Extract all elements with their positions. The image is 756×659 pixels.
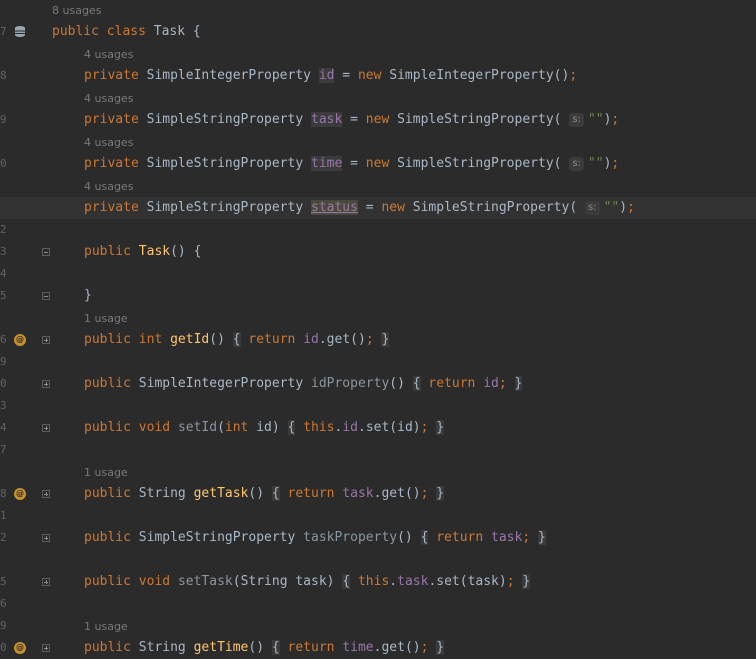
line-number: 2 (0, 223, 7, 236)
code-line[interactable]: public Task() { (84, 241, 201, 263)
usage-hint[interactable]: 1 usage (84, 308, 128, 330)
line-number: 0 (0, 157, 7, 170)
fold-icon[interactable] (42, 490, 50, 498)
line-number: 9 (0, 619, 7, 632)
fold-icon[interactable] (42, 380, 50, 388)
code-line[interactable]: public String getTask() { return task.ge… (84, 483, 445, 505)
fold-icon[interactable] (42, 336, 50, 344)
line-number: 7 (0, 443, 7, 456)
line-number: 6 (0, 333, 7, 346)
line-number: 1 (0, 509, 7, 522)
usage-hint[interactable]: 1 usage (84, 462, 128, 484)
code-line[interactable]: public class Task { (52, 21, 201, 43)
line-number: 7 (0, 25, 7, 38)
line-number: 9 (0, 355, 7, 368)
usage-hint[interactable]: 4 usages (84, 176, 133, 198)
usage-hint[interactable]: 4 usages (84, 132, 133, 154)
fold-icon[interactable] (42, 424, 50, 432)
database-icon[interactable] (14, 25, 28, 39)
line-number: 2 (0, 531, 7, 544)
editor-gutter (0, 0, 46, 656)
fold-icon[interactable] (42, 534, 50, 542)
fold-icon[interactable] (42, 644, 50, 652)
line-number: 4 (0, 421, 7, 434)
fold-icon[interactable] (42, 292, 50, 300)
line-number: 4 (0, 267, 7, 280)
line-number: 8 (0, 487, 7, 500)
line-number: 6 (0, 597, 7, 610)
code-line[interactable]: public SimpleIntegerProperty idProperty(… (84, 373, 523, 395)
line-number: 5 (0, 289, 7, 302)
parameter-hint: s: (569, 157, 584, 171)
code-line[interactable]: private SimpleStringProperty status = ne… (84, 197, 635, 219)
code-line[interactable]: public int getId() { return id.get(); } (84, 329, 390, 351)
code-line[interactable]: public void setTask(String task) { this.… (84, 571, 531, 593)
usage-hint[interactable]: 4 usages (84, 44, 133, 66)
override-gutter-icon[interactable]: @ (14, 642, 26, 654)
fold-icon[interactable] (42, 578, 50, 586)
code-line[interactable]: private SimpleIntegerProperty id = new S… (84, 65, 577, 87)
code-line[interactable]: } (84, 285, 92, 307)
code-line[interactable]: private SimpleStringProperty task = new … (84, 109, 619, 131)
code-line[interactable]: public void setId(int id) { this.id.set(… (84, 417, 445, 439)
override-gutter-icon[interactable]: @ (14, 488, 26, 500)
usage-hint[interactable]: 8 usages (52, 0, 101, 22)
code-line[interactable]: private SimpleStringProperty time = new … (84, 153, 619, 175)
usage-hint[interactable]: 4 usages (84, 88, 133, 110)
line-number: 3 (0, 245, 7, 258)
line-number: 3 (0, 399, 7, 412)
code-line[interactable]: public SimpleStringProperty taskProperty… (84, 527, 546, 549)
fold-icon[interactable] (42, 248, 50, 256)
parameter-hint: s: (569, 113, 584, 127)
line-number: 5 (0, 575, 7, 588)
line-number: 8 (0, 69, 7, 82)
line-number: 9 (0, 113, 7, 126)
line-number: 0 (0, 377, 7, 390)
override-gutter-icon[interactable]: @ (14, 334, 26, 346)
usage-hint[interactable]: 1 usage (84, 616, 128, 638)
parameter-hint: s: (584, 201, 600, 215)
